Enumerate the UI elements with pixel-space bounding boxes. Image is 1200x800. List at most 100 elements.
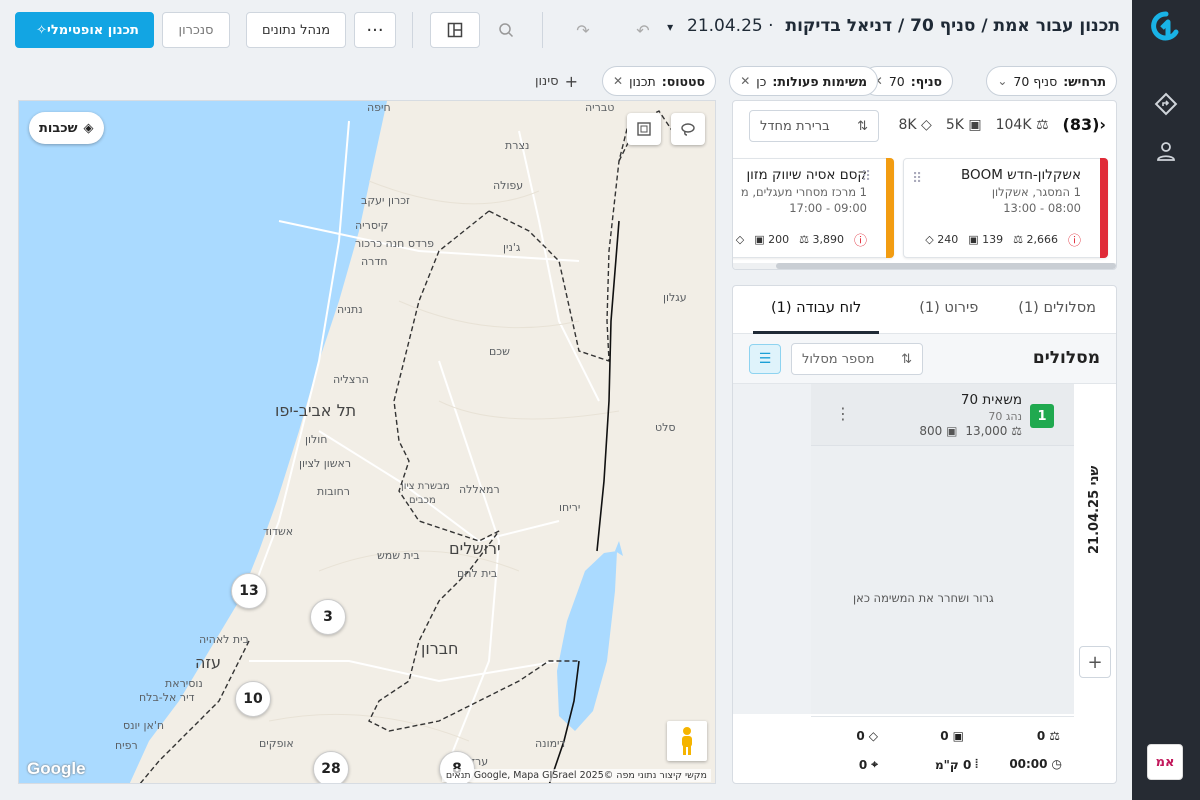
route-totals: ⚖ 0 ▣ 0 ◇ 0 ◷ 00:00 ⦙ 0 ק"מ ⌖ 0 (811, 716, 1074, 783)
map-label: ח'אן יונס (123, 719, 165, 732)
street-view-pegman[interactable] (667, 721, 707, 761)
summary-pallets: ◇ 8K (898, 116, 932, 133)
filter-label: סטטוס: (661, 73, 705, 89)
map-label: חברון (421, 639, 459, 658)
route-card[interactable]: 1 משאית 70 נהג 70 ⚖ 13,000 ▣ 800 ⋮ (811, 384, 1074, 446)
order-card[interactable]: אשקלון-חדש BOOM 1 המסגר, אשקלון 08:00 - … (903, 158, 1108, 258)
weight-icon: ⚖ (1049, 729, 1060, 743)
add-route-button[interactable]: + (1079, 646, 1111, 678)
map-label: שכם (489, 345, 510, 358)
close-icon[interactable]: ✕ (740, 74, 750, 88)
map-label: קיסריה (355, 219, 389, 232)
chevron-down-icon[interactable]: ⌄ (997, 74, 1007, 88)
map-label: פרדס חנה כרכור (355, 237, 435, 250)
google-logo: Google (27, 759, 86, 778)
sparkle-icon: ✧ (36, 22, 48, 38)
map-label: הרצליה (333, 373, 369, 386)
side-rail: אמ (1132, 0, 1200, 800)
data-manager-label: מנהל נתונים (261, 22, 331, 38)
tab-workboard[interactable]: לוח עבודה (1) (753, 286, 880, 334)
header-divider (412, 12, 413, 48)
map-label: נתניה (337, 303, 363, 316)
map-view[interactable]: חיפה נצרת עפולה זכרון יעקב קיסריה פרדס ח… (18, 100, 716, 784)
map-cluster-marker[interactable]: 10 (235, 681, 271, 717)
sort-icon: ⇅ (901, 351, 912, 367)
summary-weight: ⚖ 104K (995, 116, 1049, 133)
search-button[interactable] (488, 12, 524, 48)
total-stops: ⌖ 0 (858, 757, 878, 772)
alert-icon: ⓘ (853, 234, 867, 249)
map-label: בית לאהיה (199, 633, 249, 646)
map-label: עגלון (663, 291, 687, 304)
map-attribution[interactable]: מקשי קיצור נתוני מפה ©2025 Google, Mapa … (441, 769, 711, 782)
map-cluster-marker[interactable]: 28 (313, 751, 349, 783)
map-label: ראשון לציון (299, 457, 352, 470)
sync-label: סנכרון (178, 22, 214, 38)
map-label: דיר אל-בלח (139, 691, 195, 704)
app-logo-icon[interactable] (1148, 10, 1184, 46)
filter-chip-status[interactable]: סטטוס: תכנון ✕ (602, 66, 716, 96)
tab-details[interactable]: פירוט (1) (919, 286, 978, 334)
sort-dropdown[interactable]: ⇅ ברירת מחדל (749, 110, 879, 142)
total-distance: ⦙ 0 ק"מ (934, 757, 978, 772)
lasso-select-button[interactable] (671, 113, 705, 145)
total-volume: ▣ 0 (940, 729, 964, 743)
user-avatar[interactable]: אמ (1147, 744, 1183, 780)
card-pallets: 240 ◇ (925, 233, 959, 246)
redo-button[interactable]: ↷ (566, 12, 600, 48)
filter-label: סניף: (910, 73, 942, 89)
sort-label: ברירת מחדל (760, 118, 830, 134)
column-date-label: שני 21.04.25 (1087, 465, 1102, 554)
undo-button[interactable]: ↶ (626, 12, 660, 48)
route-volume: ▣ 800 (919, 424, 958, 438)
map-cluster-marker[interactable]: 13 (231, 573, 267, 609)
card-address: 1 המסגר, אשקלון (991, 185, 1081, 199)
add-filter-button[interactable]: + סינון (535, 72, 578, 91)
total-weight: ⚖ 0 (1036, 729, 1060, 743)
title-text: תכנון עבור אמת / סניף 70 / דניאל בדיקות (785, 16, 1120, 36)
fullscreen-button[interactable] (627, 113, 661, 145)
chevron-down-icon[interactable]: ▾ (667, 20, 673, 34)
page-title[interactable]: תכנון עבור אמת / סניף 70 / דניאל בדיקות … (667, 16, 1120, 36)
route-number-sort[interactable]: ⇅ מספר מסלול (791, 343, 923, 375)
filter-label: משימות פעולות: (772, 73, 867, 89)
filter-value: 70 (888, 73, 905, 89)
drag-handle-icon[interactable]: ⠿ (912, 171, 922, 187)
map-label: חולון (305, 433, 328, 446)
more-options-button[interactable]: ··· (354, 12, 396, 48)
total-time: ◷ 00:00 (1009, 757, 1062, 771)
plus-icon: + (564, 72, 578, 91)
add-filter-label: סינון (534, 74, 559, 89)
more-vertical-icon[interactable]: ⋮ (835, 404, 851, 423)
panel-tabs: מסלולים (1) פירוט (1) לוח עבודה (1) (733, 286, 1116, 334)
card-stats: ⓘ 2,666 ⚖ 139 ▣ 240 ◇ (925, 230, 1081, 249)
user-profile-icon[interactable] (1154, 139, 1178, 163)
box-icon: ▣ (968, 116, 982, 133)
data-manager-button[interactable]: מנהל נתונים (246, 12, 346, 48)
view-toggle-button[interactable]: ☰ (749, 344, 781, 374)
diamond-icon: ◇ (921, 116, 932, 133)
card-weight: 2,666 ⚖ (1013, 233, 1058, 246)
location-pin-icon: ⌖ (871, 757, 878, 771)
optimal-plan-button[interactable]: ✧ תכנון אופטימלי (15, 12, 154, 48)
map-label: רמאללה (459, 483, 500, 496)
chevron-left-icon[interactable]: ‹ (1099, 115, 1106, 134)
map-label: רחובות (317, 485, 350, 498)
layout-toggle-button[interactable] (430, 12, 480, 48)
title-date: · 21.04.25 (687, 16, 774, 36)
close-icon[interactable]: ✕ (613, 74, 623, 88)
map-label: רפיח (115, 739, 138, 752)
sync-button[interactable]: סנכרון (162, 12, 230, 48)
route-nav-icon[interactable] (1154, 92, 1178, 116)
map-cluster-marker[interactable]: 3 (310, 599, 346, 635)
filter-chip-scenario[interactable]: תרחיש: סניף 70 ⌄ (986, 66, 1117, 96)
drag-handle-icon[interactable]: ⠿ (861, 169, 871, 185)
more-icon: ··· (366, 19, 384, 41)
orders-summary: ‹(83) ⚖ 104K ▣ 5K ◇ 8K (898, 115, 1106, 134)
tab-routes[interactable]: מסלולים (1) (1018, 286, 1096, 334)
filter-chip-actions[interactable]: משימות פעולות: כן ✕ (729, 66, 878, 96)
layers-label: שכבות (39, 120, 78, 136)
horizontal-scrollbar[interactable] (733, 263, 1116, 269)
map-label: דימונה (535, 737, 566, 750)
map-layers-button[interactable]: ◈ שכבות (29, 112, 104, 144)
